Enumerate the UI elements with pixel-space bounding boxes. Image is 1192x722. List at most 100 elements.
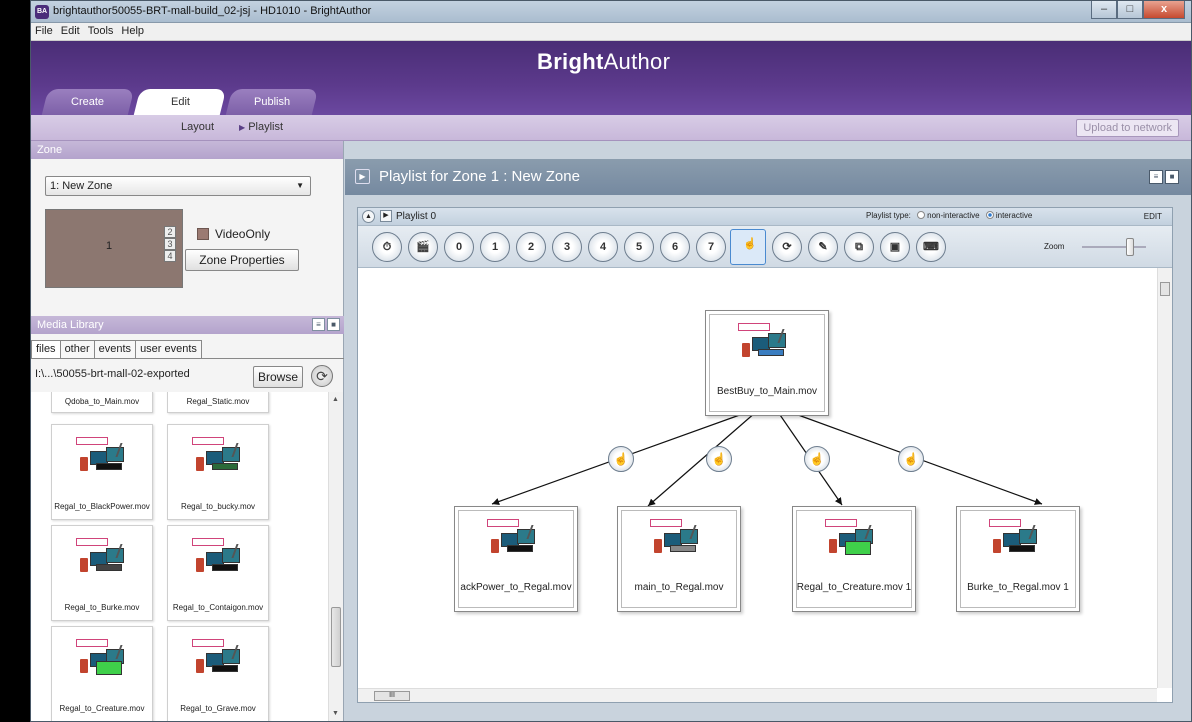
media-file[interactable]: Regal_to_Grave.mov bbox=[167, 626, 269, 721]
remote-icon[interactable]: ▣ bbox=[880, 232, 910, 262]
chevron-down-icon: ▼ bbox=[296, 181, 304, 190]
grid-view-icon[interactable]: ■ bbox=[1165, 170, 1179, 184]
maximize-button[interactable]: □ bbox=[1117, 1, 1143, 19]
subnav-playlist[interactable]: ▶ Playlist bbox=[239, 121, 283, 133]
left-panel: Zone 1: New Zone ▼ 1 2 3 4 VideoOnly Zone… bbox=[31, 141, 344, 721]
radio-interactive[interactable] bbox=[985, 211, 994, 219]
key-6-icon[interactable]: 6 bbox=[660, 232, 690, 262]
media-file[interactable]: Regal_to_Contaigon.mov bbox=[167, 525, 269, 621]
tab-edit[interactable]: Edit bbox=[133, 89, 227, 115]
media-library-header: Media Library ≡ ■ bbox=[31, 316, 344, 334]
key-4-icon[interactable]: 4 bbox=[588, 232, 618, 262]
key-2-icon[interactable]: 2 bbox=[516, 232, 546, 262]
touch-event-icon[interactable]: ☝ bbox=[804, 446, 830, 472]
touch-event-icon[interactable]: ☝ bbox=[706, 446, 732, 472]
minimize-button[interactable]: – bbox=[1091, 1, 1117, 19]
scroll-up-icon[interactable]: ▲ bbox=[332, 396, 339, 403]
zone-thumbnail[interactable]: 1 2 3 4 bbox=[45, 209, 183, 288]
video-thumbnail-icon bbox=[738, 323, 795, 365]
transition-arrow bbox=[647, 411, 757, 507]
media-file[interactable]: Regal_to_Creature.mov bbox=[51, 626, 153, 721]
touch-event-icon[interactable]: ☝ bbox=[898, 446, 924, 472]
view-toggle: ≡ ■ bbox=[312, 318, 340, 331]
media-file[interactable]: Regal_to_bucky.mov bbox=[167, 424, 269, 520]
subnav-layout[interactable]: Layout bbox=[181, 121, 214, 133]
video-thumbnail-icon bbox=[192, 639, 249, 681]
play-icon[interactable]: ▶ bbox=[355, 169, 370, 184]
menu-file[interactable]: File bbox=[35, 23, 53, 40]
key-5-icon[interactable]: 5 bbox=[624, 232, 654, 262]
touch-event-icon[interactable]: ☝ bbox=[608, 446, 634, 472]
zoom-slider[interactable] bbox=[1082, 246, 1146, 248]
menu-edit[interactable]: Edit bbox=[61, 23, 80, 40]
refresh-icon[interactable]: ⟳ bbox=[311, 365, 333, 387]
right-scroll-track[interactable] bbox=[1183, 195, 1191, 721]
zone-label: 3 bbox=[164, 238, 176, 250]
canvas-vertical-scrollbar[interactable] bbox=[1157, 268, 1172, 688]
tab-files[interactable]: files bbox=[31, 340, 61, 358]
playlist-name: Playlist 0 bbox=[396, 211, 437, 222]
collapse-icon[interactable]: ▲ bbox=[362, 210, 375, 223]
tab-publish[interactable]: Publish bbox=[225, 89, 319, 115]
zone-select[interactable]: 1: New Zone ▼ bbox=[45, 176, 311, 196]
list-view-icon[interactable]: ≡ bbox=[312, 318, 325, 331]
touch-icon[interactable]: ☝ bbox=[730, 229, 766, 265]
scroll-thumb[interactable]: III bbox=[374, 691, 410, 701]
title-bar[interactable]: BA brightauthor50055-BRT-mall-build_02-j… bbox=[31, 1, 1191, 23]
scroll-thumb[interactable] bbox=[1160, 282, 1170, 296]
radio-non-interactive[interactable] bbox=[917, 211, 926, 219]
close-button[interactable]: x bbox=[1143, 1, 1185, 19]
playlist-node[interactable]: main_to_Regal.mov bbox=[617, 506, 741, 612]
tab-other[interactable]: other bbox=[59, 340, 95, 358]
synchronize-icon[interactable]: ⟳ bbox=[772, 232, 802, 262]
edit-link[interactable]: EDIT bbox=[1144, 212, 1162, 221]
tab-create[interactable]: Create bbox=[41, 89, 135, 115]
serial-icon[interactable]: ⌨ bbox=[916, 232, 946, 262]
zone-label: 4 bbox=[164, 250, 176, 262]
media-file[interactable]: Qdoba_to_Main.mov bbox=[51, 392, 153, 413]
right-panel: ▶ Playlist for Zone 1 : New Zone ≡ ■ ▲ ▶… bbox=[345, 141, 1191, 721]
menu-tools[interactable]: Tools bbox=[88, 23, 114, 40]
media-scrollbar[interactable]: ▲ ▼ bbox=[328, 392, 343, 721]
scroll-down-icon[interactable]: ▼ bbox=[332, 710, 339, 717]
menu-help[interactable]: Help bbox=[121, 23, 144, 40]
playlist-node[interactable]: Regal_to_Creature.mov 1 bbox=[792, 506, 916, 612]
media-file[interactable]: Regal_Static.mov bbox=[167, 392, 269, 413]
key-1-icon[interactable]: 1 bbox=[480, 232, 510, 262]
zoom-thumb[interactable] bbox=[1126, 238, 1134, 256]
zone-label: 1 bbox=[106, 240, 113, 252]
timeout-icon[interactable]: ⏱ bbox=[372, 232, 402, 262]
scroll-thumb[interactable] bbox=[331, 607, 341, 667]
list-view-icon[interactable]: ≡ bbox=[1149, 170, 1163, 184]
app-window: BA brightauthor50055-BRT-mall-build_02-j… bbox=[30, 0, 1192, 722]
video-thumbnail-icon bbox=[76, 639, 133, 681]
key-0-icon[interactable]: 0 bbox=[444, 232, 474, 262]
video-thumbnail-icon bbox=[76, 437, 133, 479]
playlist-node-root[interactable]: BestBuy_to_Main.mov bbox=[705, 310, 829, 416]
usb-icon[interactable]: ✎ bbox=[808, 232, 838, 262]
brand-bar: BrightAuthor Create Edit Publish bbox=[31, 41, 1191, 115]
tab-events[interactable]: events bbox=[93, 340, 137, 358]
zone-message-icon[interactable]: ⧉ bbox=[844, 232, 874, 262]
playlist-toolbar: ⏱ 🎬 0 1 2 3 4 5 6 7 ☝ ⟳ ✎ ⧉ ▣ ⌨ Zoom bbox=[358, 226, 1172, 268]
key-3-icon[interactable]: 3 bbox=[552, 232, 582, 262]
canvas-horizontal-scrollbar[interactable]: III bbox=[358, 688, 1157, 702]
playlist-node[interactable]: ackPower_to_Regal.mov bbox=[454, 506, 578, 612]
window-controls: – □ x bbox=[1091, 1, 1185, 20]
media-file[interactable]: Regal_to_Burke.mov bbox=[51, 525, 153, 621]
zone-properties-button[interactable]: Zone Properties bbox=[185, 249, 299, 271]
video-thumbnail-icon bbox=[989, 519, 1046, 561]
media-file[interactable]: Regal_to_BlackPower.mov bbox=[51, 424, 153, 520]
browse-button[interactable]: Browse bbox=[253, 366, 303, 388]
grid-view-icon[interactable]: ■ bbox=[327, 318, 340, 331]
media-end-icon[interactable]: 🎬 bbox=[408, 232, 438, 262]
key-7-icon[interactable]: 7 bbox=[696, 232, 726, 262]
video-thumbnail-icon bbox=[192, 538, 249, 580]
tab-user-events[interactable]: user events bbox=[135, 340, 202, 358]
play-icon[interactable]: ▶ bbox=[380, 210, 392, 222]
upload-to-network-button[interactable]: Upload to network bbox=[1076, 119, 1179, 137]
zone-header: Zone bbox=[31, 141, 343, 159]
playlist-node[interactable]: Burke_to_Regal.mov 1 bbox=[956, 506, 1080, 612]
library-path: I:\...\50055-brt-mall-02-exported bbox=[35, 368, 190, 380]
zoom-label: Zoom bbox=[1044, 242, 1065, 251]
